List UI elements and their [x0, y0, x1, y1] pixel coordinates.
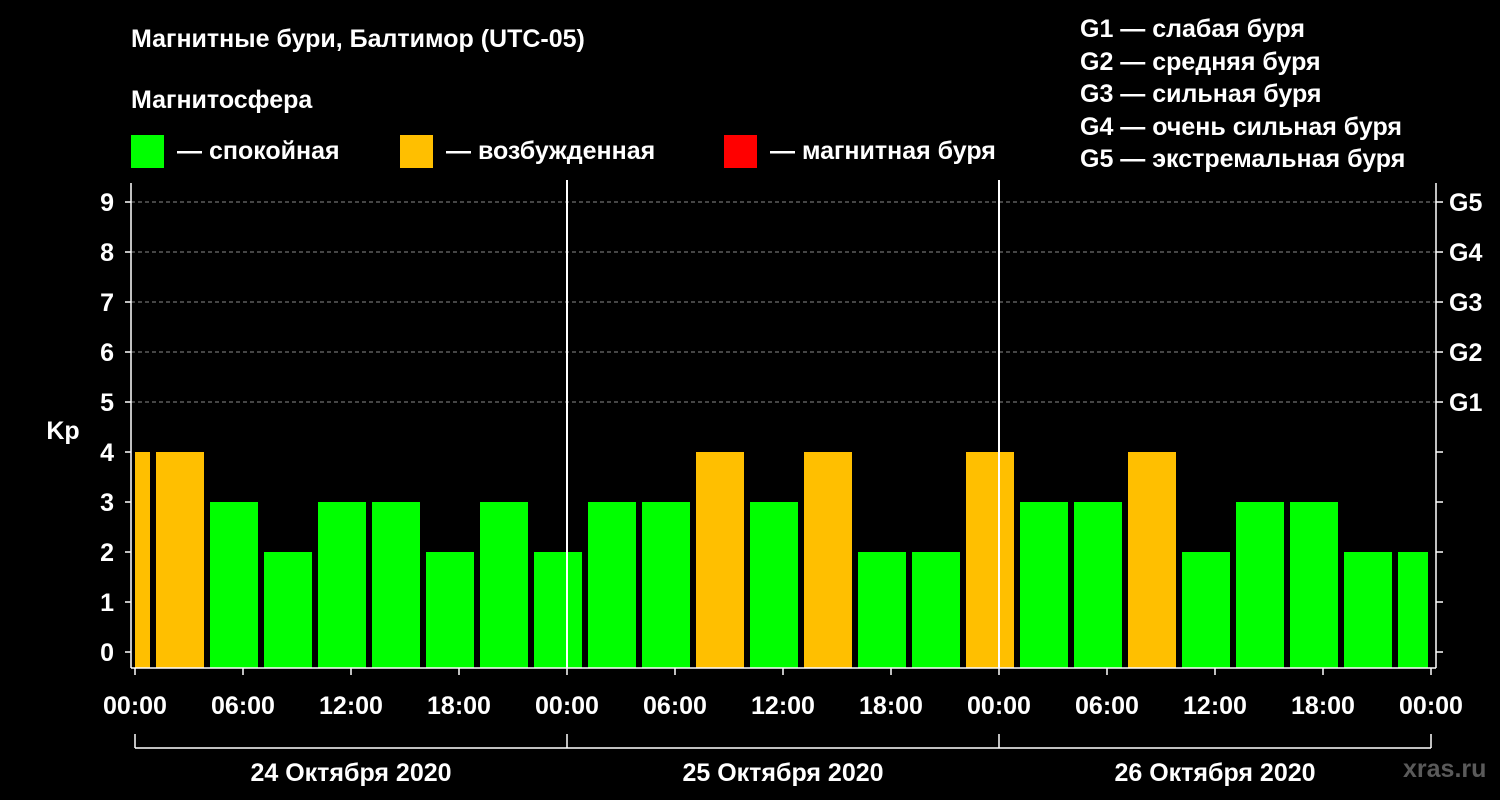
x-tick-label: 00:00 — [103, 692, 167, 720]
kp-bar — [264, 552, 312, 668]
watermark: xras.ru — [1403, 755, 1487, 783]
g-level-label: G5 — [1449, 189, 1482, 217]
y-tick-label: 3 — [100, 489, 114, 517]
kp-bar — [804, 452, 852, 668]
x-tick-label: 00:00 — [535, 692, 599, 720]
g-level-label: G3 — [1449, 289, 1482, 317]
x-tick-label: 12:00 — [319, 692, 383, 720]
kp-bar — [696, 452, 744, 668]
x-tick-label: 12:00 — [751, 692, 815, 720]
kp-bar — [1290, 502, 1338, 668]
kp-bar — [372, 502, 420, 668]
kp-bar — [210, 502, 258, 668]
kp-bar — [135, 452, 150, 668]
y-tick-label: 8 — [100, 239, 114, 267]
x-tick-label: 06:00 — [211, 692, 275, 720]
x-tick-label: 06:00 — [643, 692, 707, 720]
x-tick-label: 12:00 — [1183, 692, 1247, 720]
y-tick-label: 7 — [100, 289, 114, 317]
kp-bar — [318, 502, 366, 668]
kp-bar — [1074, 502, 1122, 668]
kp-bar — [1128, 452, 1176, 668]
g-level-label: G2 — [1449, 339, 1482, 367]
y-tick-label: 2 — [100, 539, 114, 567]
x-tick-label: 18:00 — [427, 692, 491, 720]
x-tick-label: 00:00 — [1399, 692, 1463, 720]
g-level-label: G4 — [1449, 239, 1482, 267]
kp-bar — [588, 502, 636, 668]
kp-bar — [426, 552, 474, 668]
kp-bar — [642, 502, 690, 668]
kp-bar — [858, 552, 906, 668]
y-tick-label: 4 — [100, 439, 114, 467]
day-label: 26 Октября 2020 — [1114, 759, 1315, 787]
x-tick-label: 18:00 — [1291, 692, 1355, 720]
kp-bar — [1398, 552, 1428, 668]
x-tick-label: 18:00 — [859, 692, 923, 720]
kp-bar — [1182, 552, 1230, 668]
kp-bar — [1236, 502, 1284, 668]
kp-bar — [912, 552, 960, 668]
kp-bar — [750, 502, 798, 668]
y-tick-label: 9 — [100, 189, 114, 217]
kp-bar — [534, 552, 582, 668]
y-axis-label: Kp — [46, 417, 79, 445]
y-tick-label: 5 — [100, 389, 114, 417]
kp-bar — [480, 502, 528, 668]
kp-bar — [1020, 502, 1068, 668]
kp-bar — [1344, 552, 1392, 668]
x-tick-label: 00:00 — [967, 692, 1031, 720]
kp-chart: 0 1 2 3 4 5 6 7 8 9 G1 G2 G3 G4 G5 Kp 00:00 06:00 12:00 18:… — [46, 180, 1482, 787]
y-tick-label: 6 — [100, 339, 114, 367]
kp-bar — [966, 452, 1014, 668]
y-tick-label: 0 — [100, 639, 114, 667]
day-label: 24 Октября 2020 — [250, 759, 451, 787]
kp-bar — [156, 452, 204, 668]
x-tick-label: 06:00 — [1075, 692, 1139, 720]
g-level-label: G1 — [1449, 389, 1482, 417]
y-tick-label: 1 — [100, 589, 114, 617]
day-label: 25 Октября 2020 — [682, 759, 883, 787]
